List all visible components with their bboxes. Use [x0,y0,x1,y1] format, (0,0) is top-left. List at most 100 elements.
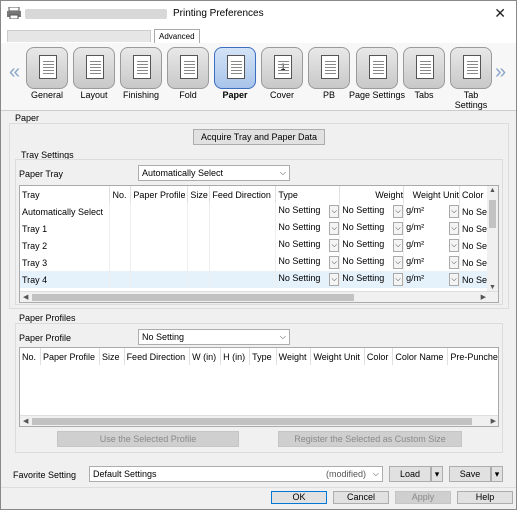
ribbon-item-page-settings[interactable]: Page Settings [347,47,407,100]
chevron-down-icon[interactable]: ⌵ [449,239,459,252]
tray-cell-tray[interactable]: Tray 3 [20,254,111,271]
tray-cell-tray[interactable]: Tray 4 [20,271,111,288]
ribbon-item-cover[interactable]: 1 Cover [259,47,305,100]
paper-profiles-table[interactable]: No. Paper Profile Size Feed Direction W (in)… [19,347,499,427]
tray-cell-unit[interactable]: g/m² ⌵ [403,254,461,271]
profile-column-header[interactable]: W (in) [189,348,222,365]
chevron-down-icon[interactable]: ⌵ [329,256,339,269]
feature-ribbon: « » General Layout Finishing Fold Paper … [1,43,516,111]
help-button[interactable]: Help [457,491,513,504]
chevron-down-icon[interactable]: ⌵ [449,222,459,235]
tray-column-header[interactable]: Weight [339,186,405,203]
profile-column-header[interactable]: Weight Unit [310,348,365,365]
chevron-down-icon[interactable]: ⌵ [449,273,459,286]
tray-table-row[interactable]: Tray 4 No Setting ⌵ No Setting ⌵ g/m² ⌵ No Se [20,271,498,288]
tray-column-header[interactable]: Weight Unit [403,186,461,203]
chevron-down-icon[interactable]: ⌵ [329,273,339,286]
cancel-button[interactable]: Cancel [333,491,389,504]
tray-cell-type[interactable]: No Setting ⌵ [275,237,341,254]
chevron-down-icon[interactable]: ⌵ [393,273,403,286]
profiles-horizontal-scrollbar[interactable]: ◀ ▶ [20,415,498,426]
tray-cell-unit[interactable]: g/m² ⌵ [403,237,461,254]
tray-cell-type[interactable]: No Setting ⌵ [275,254,341,271]
chevron-down-icon[interactable]: ⌵ [393,222,403,235]
tray-table-row[interactable]: Automatically Select No Setting ⌵ No Settin… [20,203,498,220]
tray-table[interactable]: Tray No. Paper Profile Size Feed Direction Ty… [19,185,499,303]
tray-cell-weight[interactable]: No Setting ⌵ [339,203,405,220]
tray-column-header[interactable]: Paper Profile [130,186,189,203]
load-dropdown-icon[interactable]: ▾ [431,466,443,482]
use-selected-profile-button[interactable]: Use the Selected Profile [57,431,239,447]
ribbon-item-general[interactable]: General [24,47,70,100]
ribbon-item-layout[interactable]: Layout [71,47,117,100]
apply-button[interactable]: Apply [395,491,451,504]
ribbon-item-fold[interactable]: Fold [165,47,211,100]
paper-tray-select[interactable]: Automatically Select ⌵ [138,165,290,181]
tray-cell-weight[interactable]: No Setting ⌵ [339,271,405,288]
profile-column-header[interactable]: H (in) [220,348,251,365]
profile-column-header[interactable]: Color Name [392,348,449,365]
profile-column-header[interactable]: Size [99,348,125,365]
tray-cell-weight[interactable]: No Setting ⌵ [339,237,405,254]
profile-column-header[interactable]: Color [364,348,394,365]
chevron-down-icon[interactable]: ⌵ [393,205,403,218]
scroll-right-icon[interactable]: » [495,61,506,84]
favorite-setting-select[interactable]: Default Settings (modified) ⌵ [89,466,383,482]
tab-redacted[interactable] [7,30,151,42]
register-custom-size-button[interactable]: Register the Selected as Custom Size [278,431,462,447]
acquire-tray-button[interactable]: Acquire Tray and Paper Data [193,129,325,145]
tray-cell-unit[interactable]: g/m² ⌵ [403,203,461,220]
load-button[interactable]: Load [389,466,431,482]
profile-column-header[interactable]: Feed Direction [124,348,191,365]
close-icon[interactable]: ✕ [494,5,506,22]
tray-table-row[interactable]: Tray 2 No Setting ⌵ No Setting ⌵ g/m² ⌵ No Se [20,237,498,254]
profile-column-header[interactable]: No. [20,348,42,365]
cell-value: Tray 3 [22,257,48,268]
tray-column-header[interactable]: No. [109,186,132,203]
profile-column-header[interactable]: Type [249,348,277,365]
tray-column-header[interactable]: Feed Direction [209,186,277,203]
profile-column-header[interactable]: Pre-Punche [447,348,498,365]
tray-column-header[interactable]: Size [187,186,211,203]
tray-cell-tray[interactable]: Tray 1 [20,220,111,237]
chevron-down-icon[interactable]: ⌵ [449,256,459,269]
empty-cell [109,271,132,288]
chevron-down-icon: ⌵ [372,469,379,478]
save-dropdown-icon[interactable]: ▾ [491,466,503,482]
empty-cell [109,254,132,271]
tray-cell-tray[interactable]: Tray 2 [20,237,111,254]
ribbon-label: Tab Settings [454,90,488,110]
tray-cell-weight[interactable]: No Setting ⌵ [339,220,405,237]
tray-cell-type[interactable]: No Setting ⌵ [275,220,341,237]
tray-cell-unit[interactable]: g/m² ⌵ [403,271,461,288]
tray-table-row[interactable]: Tray 1 No Setting ⌵ No Setting ⌵ g/m² ⌵ No Se [20,220,498,237]
profile-column-header[interactable]: Paper Profile [40,348,101,365]
tab-advanced[interactable]: Advanced [154,29,200,43]
chevron-down-icon[interactable]: ⌵ [329,205,339,218]
tray-vertical-scrollbar[interactable]: ▲ ▼ [487,186,498,292]
tray-column-header[interactable]: Tray [20,186,111,203]
paper-profile-select[interactable]: No Setting ⌵ [138,329,290,345]
chevron-down-icon[interactable]: ⌵ [393,239,403,252]
ok-button[interactable]: OK [271,491,327,504]
ribbon-item-paper[interactable]: Paper [212,47,258,100]
ribbon-item-pb[interactable]: PB [306,47,352,100]
ribbon-item-finishing[interactable]: Finishing [118,47,164,100]
chevron-down-icon[interactable]: ⌵ [329,239,339,252]
ribbon-item-tab-settings[interactable]: Tab Settings [448,47,494,110]
chevron-down-icon[interactable]: ⌵ [393,256,403,269]
chevron-down-icon[interactable]: ⌵ [329,222,339,235]
tray-cell-tray[interactable]: Automatically Select [20,203,111,220]
ribbon-item-tabs[interactable]: Tabs [401,47,447,100]
scroll-left-icon[interactable]: « [9,61,20,84]
tray-column-header[interactable]: Type [275,186,341,203]
tray-cell-type[interactable]: No Setting ⌵ [275,271,341,288]
chevron-down-icon[interactable]: ⌵ [449,205,459,218]
save-button[interactable]: Save [449,466,491,482]
tray-cell-unit[interactable]: g/m² ⌵ [403,220,461,237]
profile-column-header[interactable]: Weight [276,348,312,365]
tray-cell-weight[interactable]: No Setting ⌵ [339,254,405,271]
tray-cell-type[interactable]: No Setting ⌵ [275,203,341,220]
tray-table-row[interactable]: Tray 3 No Setting ⌵ No Setting ⌵ g/m² ⌵ No Se [20,254,498,271]
tray-horizontal-scrollbar[interactable]: ◀ ▶ [20,291,498,302]
